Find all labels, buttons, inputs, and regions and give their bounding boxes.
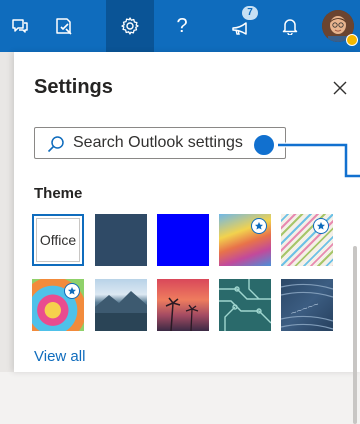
notification-count-badge: 7	[242, 6, 258, 20]
top-bar: ? 7	[0, 0, 360, 52]
theme-tile-rainbow-waves[interactable]	[219, 214, 271, 266]
theme-tile-mountain-lake[interactable]	[95, 279, 147, 331]
theme-tile-stamp[interactable]: ~~~~~	[281, 279, 333, 331]
settings-panel: Settings Theme Office ~~~~~ View all	[14, 52, 360, 424]
tasks-icon[interactable]	[40, 0, 88, 52]
mountain-preview	[95, 291, 147, 331]
theme-tile-color-lines[interactable]	[281, 214, 333, 266]
search-input[interactable]	[73, 128, 273, 158]
bell-icon[interactable]	[270, 0, 310, 52]
help-icon-glyph: ?	[176, 14, 188, 37]
stamp-preview: ~~~~~	[281, 283, 333, 330]
theme-tile-circuit[interactable]	[219, 279, 271, 331]
close-icon	[333, 81, 347, 95]
office-theme-label: Office	[39, 232, 77, 248]
help-icon[interactable]: ?	[162, 0, 202, 52]
theme-tile-blue[interactable]	[157, 214, 209, 266]
presence-status-icon	[346, 34, 358, 46]
megaphone-icon[interactable]: 7	[218, 0, 266, 52]
search-settings-box[interactable]	[34, 127, 286, 159]
star-icon	[64, 283, 80, 299]
scrollbar-thumb[interactable]	[353, 246, 357, 424]
star-icon	[251, 218, 267, 234]
chat-icon[interactable]	[0, 0, 40, 52]
settings-icon[interactable]	[106, 0, 154, 52]
callout-marker	[252, 133, 276, 157]
circuit-preview	[219, 279, 271, 331]
panel-title: Settings	[34, 76, 113, 98]
view-all-link[interactable]: View all	[34, 348, 85, 365]
theme-section-title: Theme	[34, 185, 83, 202]
palm-preview	[165, 297, 199, 331]
close-button[interactable]	[328, 76, 352, 100]
theme-tile-dark-slate[interactable]	[95, 214, 147, 266]
search-icon	[47, 136, 64, 153]
background-strip	[0, 52, 14, 372]
theme-tile-palm-sunset[interactable]	[157, 279, 209, 331]
office-theme-preview: Office	[36, 218, 80, 262]
theme-tile-cartoon[interactable]	[32, 279, 84, 331]
star-icon	[313, 218, 329, 234]
theme-tile-office[interactable]: Office	[32, 214, 84, 266]
